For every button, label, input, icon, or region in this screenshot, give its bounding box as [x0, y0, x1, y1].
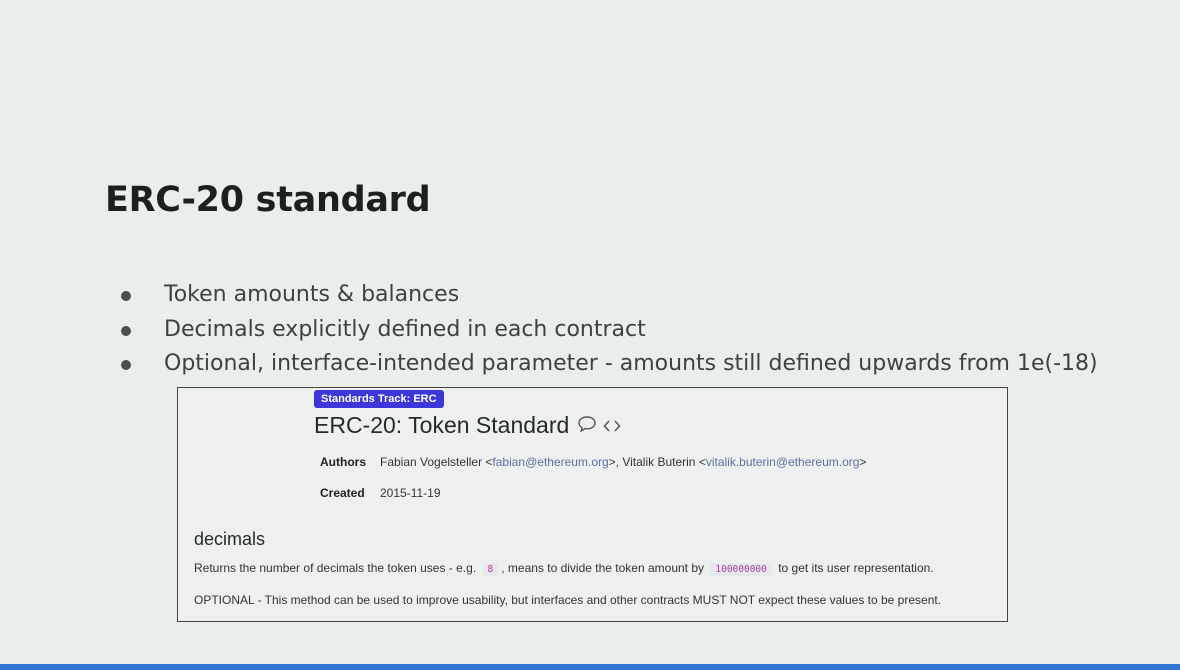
created-label: Created: [320, 486, 365, 500]
para1-text-end: to get its user representation.: [778, 561, 934, 575]
code-icon[interactable]: [603, 412, 621, 439]
taskbar-accent-bar: [0, 664, 1180, 670]
bullet-text: Optional, interface-intended parameter -…: [164, 351, 1098, 376]
bullet-icon: [121, 325, 131, 336]
comment-icon[interactable]: [577, 412, 597, 439]
author-separator: >, Vitalik Buterin <: [608, 455, 706, 469]
bullet-icon: [121, 291, 131, 301]
para1-text-start: Returns the number of decimals the token…: [194, 561, 477, 575]
standards-track-badge[interactable]: Standards Track: ERC: [314, 390, 444, 408]
bullet-text: Token amounts & balances: [164, 282, 460, 307]
bullet-item: Decimals explicitly defined in each cont…: [120, 313, 1098, 348]
slide: ERC-20 standard Token amounts & balances…: [0, 0, 1180, 670]
authors-label: Authors: [320, 455, 366, 469]
decimals-heading: decimals: [194, 529, 266, 549]
authors-value: Fabian Vogelsteller <fabian@ethereum.org…: [380, 455, 866, 469]
author2-email-link[interactable]: vitalik.buterin@ethereum.org: [706, 455, 860, 469]
bullet-list: Token amounts & balances Decimals explic…: [120, 278, 1098, 382]
author1-email-link[interactable]: fabian@ethereum.org: [492, 455, 608, 469]
para1-text-middle: , means to divide the token amount by: [501, 561, 705, 575]
bullet-item: Optional, interface-intended parameter -…: [120, 347, 1098, 382]
code-snippet-100000000: 100000000: [710, 563, 772, 576]
eip-title: ERC-20: Token Standard: [314, 412, 621, 439]
title-icons: [577, 412, 621, 439]
optional-note: OPTIONAL - This method can be used to im…: [194, 593, 942, 607]
author-end: >: [859, 455, 867, 469]
bullet-text: Decimals explicitly defined in each cont…: [164, 316, 646, 342]
eip-title-text: ERC-20: Token Standard: [314, 412, 570, 438]
eip-screenshot-panel: Standards Track: ERC ERC-20: Token Stand…: [177, 387, 1008, 622]
code-snippet-8: 8: [482, 563, 499, 576]
slide-title: ERC-20 standard: [105, 180, 431, 220]
created-value: 2015-11-19: [380, 486, 441, 500]
bullet-item: Token amounts & balances: [120, 278, 1098, 313]
decimals-description: Returns the number of decimals the token…: [194, 561, 934, 576]
bullet-icon: [121, 360, 131, 370]
author1-name: Fabian Vogelsteller <: [380, 455, 493, 469]
